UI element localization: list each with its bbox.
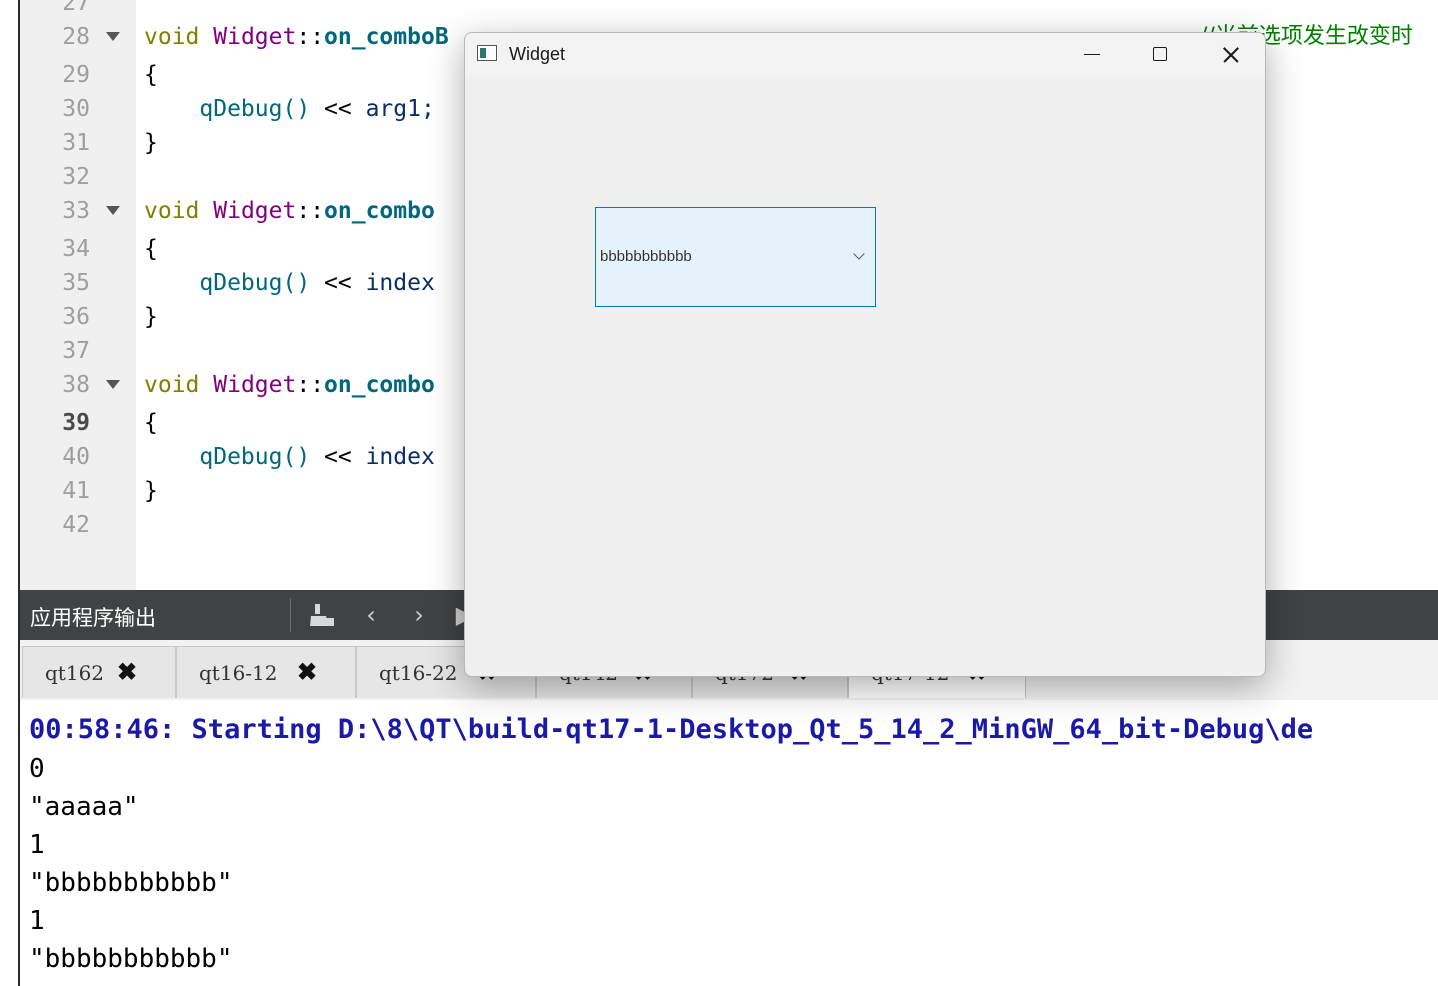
code-token: void bbox=[144, 372, 200, 398]
code-token: Widget bbox=[213, 372, 297, 398]
next-icon[interactable]: › bbox=[404, 600, 434, 630]
close-button[interactable] bbox=[1195, 33, 1265, 77]
code-token: :: bbox=[296, 372, 325, 398]
fold-arrow-icon[interactable] bbox=[106, 380, 120, 389]
output-line: 0 bbox=[29, 754, 45, 784]
brace: { bbox=[144, 62, 158, 88]
line-number: 29 bbox=[62, 62, 90, 88]
application-output[interactable]: 00:58:46: Starting D:\8\QT\build-qt17-1-… bbox=[20, 700, 1438, 986]
brace: { bbox=[144, 410, 158, 436]
code-text: { bbox=[144, 232, 158, 266]
chevron-down-icon bbox=[853, 248, 865, 260]
code-token: void bbox=[144, 198, 200, 224]
line-number: 42 bbox=[62, 512, 90, 538]
code-token: qDebug() bbox=[199, 270, 311, 296]
widget-window: Widget bbbbbbbbbbb bbox=[464, 32, 1266, 677]
line-number: 38 bbox=[62, 372, 90, 398]
code-text: { bbox=[144, 58, 158, 92]
fold-arrow-icon[interactable] bbox=[106, 32, 120, 41]
close-icon[interactable]: ✖ bbox=[117, 657, 137, 686]
line-number: 36 bbox=[62, 304, 90, 330]
code-token: void bbox=[144, 24, 200, 50]
line-number: 28 bbox=[62, 24, 90, 50]
fold-arrow-icon[interactable] bbox=[106, 206, 120, 215]
code-token: index bbox=[365, 270, 435, 296]
output-line: 1 bbox=[29, 830, 45, 860]
code-token: Widget bbox=[213, 198, 297, 224]
code-token: :: bbox=[296, 198, 325, 224]
output-tab[interactable]: qt16-12 ✖ bbox=[176, 646, 356, 698]
code-text: } bbox=[144, 474, 158, 508]
brace: { bbox=[144, 236, 158, 262]
output-pane-title: 应用程序输出 bbox=[30, 606, 156, 630]
code-token: qDebug() bbox=[199, 444, 311, 470]
code-token: Widget bbox=[213, 24, 297, 50]
toolbar-separator bbox=[290, 598, 291, 632]
maximize-button[interactable] bbox=[1125, 33, 1195, 77]
code-text: qDebug() << index bbox=[144, 440, 435, 474]
code-token: index bbox=[365, 444, 435, 470]
output-line: "bbbbbbbbbbb" bbox=[29, 944, 233, 974]
code-text: void Widget::on_combo bbox=[144, 194, 435, 228]
code-line: 27 bbox=[20, 0, 1438, 20]
brace: } bbox=[144, 130, 158, 156]
line-number: 33 bbox=[62, 198, 90, 224]
code-token: on_combo bbox=[324, 198, 435, 224]
code-text: qDebug() << index bbox=[144, 266, 435, 300]
line-number: 34 bbox=[62, 236, 90, 262]
minimize-button[interactable] bbox=[1057, 33, 1127, 77]
code-token: << bbox=[310, 96, 366, 122]
line-number: 30 bbox=[62, 96, 90, 122]
combo-box-value: bbbbbbbbbbb bbox=[600, 248, 692, 265]
code-token: on_comboB bbox=[324, 24, 449, 50]
code-text: void Widget::on_combo bbox=[144, 368, 435, 402]
tab-label: qt16-22 bbox=[379, 661, 458, 685]
output-line: 00:58:46: Starting D:\8\QT\build-qt17-1-… bbox=[29, 714, 1314, 745]
window-title: Widget bbox=[509, 44, 566, 64]
line-number: 32 bbox=[62, 164, 90, 190]
app-window-icon bbox=[477, 45, 497, 61]
line-number: 37 bbox=[62, 338, 90, 364]
brace: } bbox=[144, 478, 158, 504]
clear-output-icon[interactable] bbox=[306, 600, 336, 630]
code-text: void Widget::on_comboB bbox=[144, 20, 449, 54]
window-titlebar[interactable]: Widget bbox=[465, 33, 1265, 77]
line-number: 31 bbox=[62, 130, 90, 156]
code-token: arg1; bbox=[365, 96, 435, 122]
code-token: on_combo bbox=[324, 372, 435, 398]
line-number: 35 bbox=[62, 270, 90, 296]
output-line: 1 bbox=[29, 906, 45, 936]
line-number: 27 bbox=[62, 0, 90, 16]
code-token: qDebug() bbox=[199, 96, 311, 122]
line-number: 39 bbox=[62, 410, 90, 436]
line-number: 41 bbox=[62, 478, 90, 504]
tab-label: qt16-12 bbox=[199, 661, 278, 685]
code-token: << bbox=[310, 270, 366, 296]
close-icon[interactable]: ✖ bbox=[297, 657, 317, 686]
code-text: } bbox=[144, 300, 158, 334]
line-number: 40 bbox=[62, 444, 90, 470]
tab-label: qt162 bbox=[45, 661, 105, 685]
output-line: "bbbbbbbbbbb" bbox=[29, 868, 233, 898]
code-token: << bbox=[310, 444, 366, 470]
code-text: qDebug() << arg1; bbox=[144, 92, 435, 126]
output-line: "aaaaa" bbox=[29, 792, 139, 822]
previous-icon[interactable]: ‹ bbox=[356, 600, 386, 630]
code-text: { bbox=[144, 406, 158, 440]
output-tab[interactable]: qt162 ✖ bbox=[22, 646, 176, 698]
code-text: } bbox=[144, 126, 158, 160]
code-token: :: bbox=[296, 24, 325, 50]
combo-box[interactable]: bbbbbbbbbbb bbox=[595, 207, 876, 307]
brace: } bbox=[144, 304, 158, 330]
